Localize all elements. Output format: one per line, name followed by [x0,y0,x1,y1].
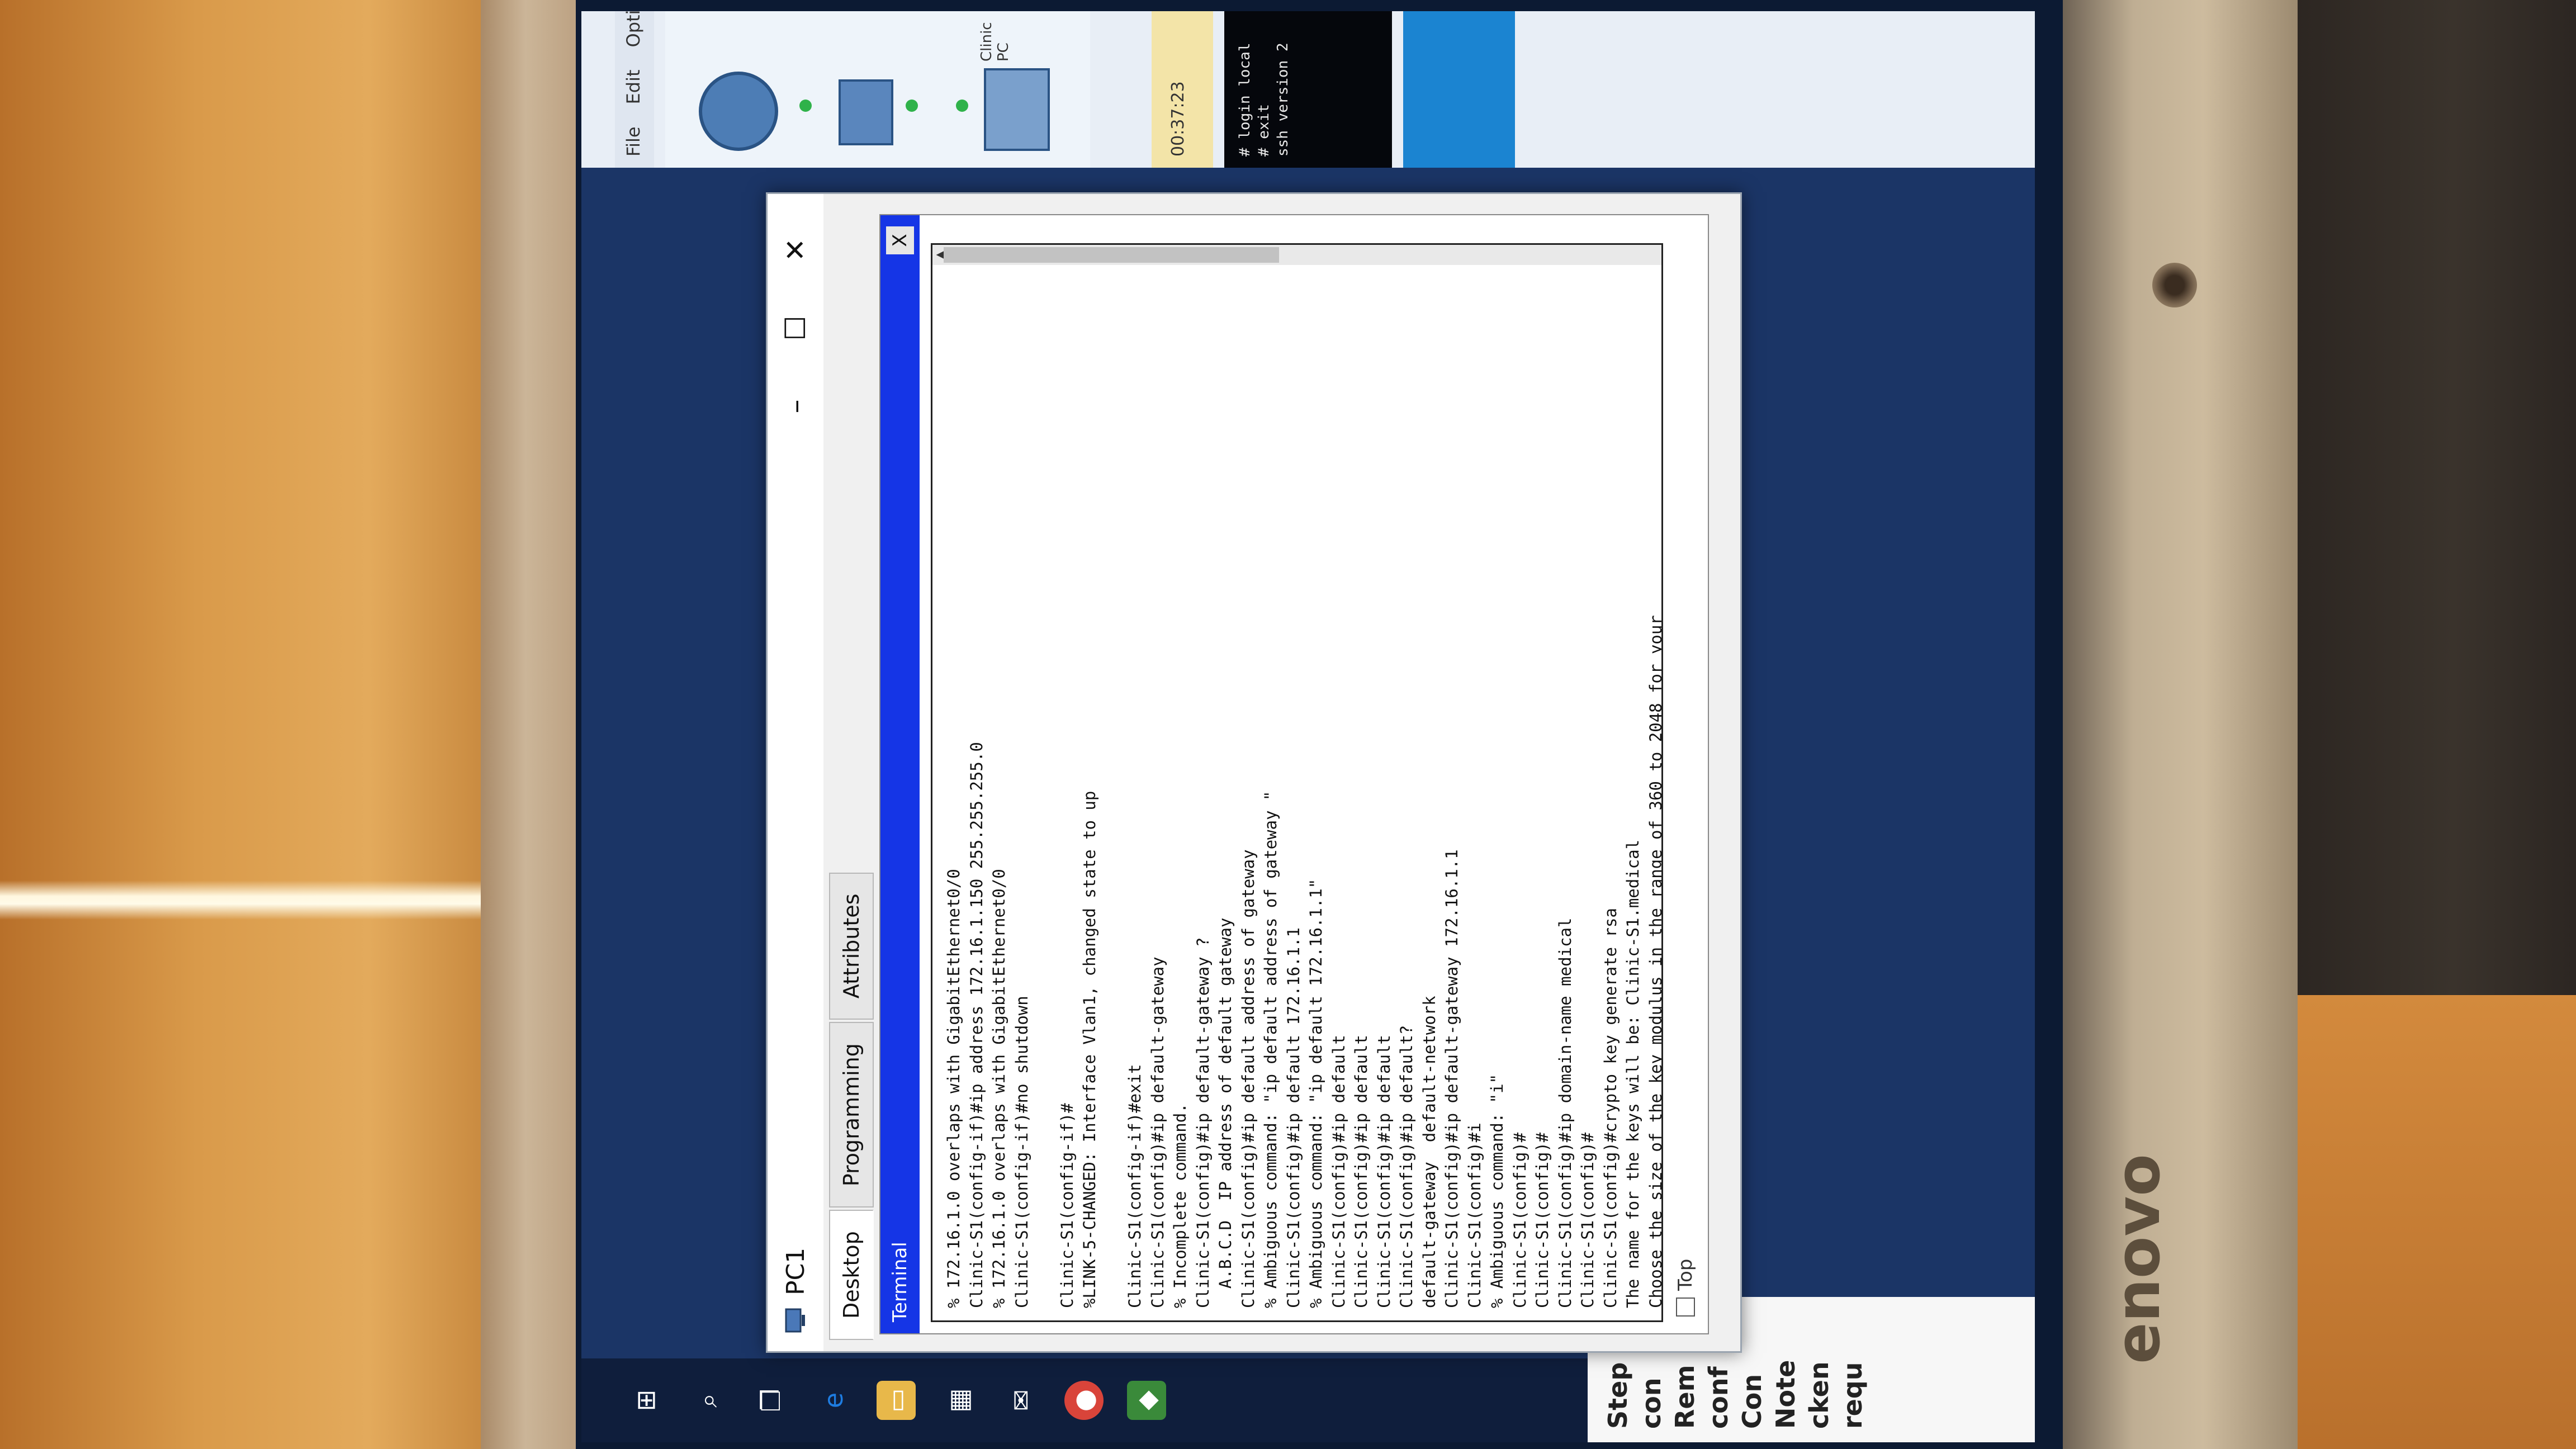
terminal-line: Clinic-S1(config-if)#exit [1125,1064,1144,1309]
terminal-line: The name for the keys will be: Clinic-S1… [1623,839,1642,1308]
terminal-line: %LINK-5-CHANGED: Interface Vlan1, change… [1080,790,1099,1308]
top-checkbox-group[interactable]: Top [1674,1259,1697,1317]
pc-icon[interactable] [984,68,1050,151]
top-checkbox-label: Top [1674,1258,1697,1291]
terminal-line: Clinic-S1(config)#ip default-gateway [1148,956,1167,1308]
terminal-output[interactable]: % 172.16.1.0 overlaps with GigabitEthern… [931,243,1663,1322]
maximize-button[interactable]: ☐ [779,289,812,367]
terminal-line: Clinic-S1(config)# [1510,1132,1530,1308]
terminal-line: Clinic-S1(config)#ip default-gateway ? [1193,937,1213,1308]
tab-programming[interactable]: Programming [829,1022,874,1208]
terminal-line: Clinic-S1(config)#ip default [1374,1035,1394,1308]
store-icon[interactable]: ▦ [939,1381,978,1420]
terminal-line: Clinic-S1(config)# [1578,1132,1597,1308]
mail-icon[interactable]: ✉ [1002,1381,1041,1420]
packet-tracer-window: File Edit Options Clinic PC 00:37:23 # l… [581,11,2035,168]
terminal-line: Clinic-S1(config-if)#no shutdown [1012,996,1031,1308]
terminal-line: Clinic-S1(config)#i [1465,1123,1484,1308]
minimize-button[interactable]: – [779,367,812,446]
top-checkbox[interactable] [1676,1298,1695,1317]
pt-console-line: ssh version 2 [1275,42,1291,157]
power-button-icon [2152,263,2197,307]
scrollbar-thumb[interactable] [944,247,1279,263]
pt-clock: 00:37:23 [1152,11,1213,168]
task-view-icon[interactable]: ❐ [751,1381,790,1420]
terminal-line: Clinic-S1(config)#ip default 172.16.1.1 [1284,927,1303,1308]
pt-topology-canvas[interactable]: Clinic PC [665,11,1090,168]
terminal-line: Clinic-S1(config)#ip default-gateway 172… [1442,849,1461,1308]
pt-menu-bar: File Edit Options [615,11,654,168]
link-status-dot [956,100,968,112]
chrome-icon[interactable]: ● [1064,1381,1104,1420]
pc-app-icon [785,1308,805,1333]
terminal-line: % Incomplete command. [1171,1103,1190,1308]
brand-logo: enovo [2102,1154,2174,1364]
terminal-line: Clinic-S1(config)# [1533,1132,1552,1308]
monitor-background [2270,0,2576,1034]
terminal-header: Terminal X [880,215,920,1333]
pc-label: Clinic PC [978,22,1012,61]
terminal-panel: Terminal X % 172.16.1.0 overlaps with Gi… [879,214,1709,1334]
laptop-bezel-bottom: enovo [2063,0,2298,1449]
terminal-line: Clinic-S1(config-if)# [1057,1103,1077,1308]
terminal-line: Clinic-S1(config)#ip default [1352,1035,1371,1308]
terminal-lines: % 172.16.1.0 overlaps with GigabitEthern… [943,257,1663,1308]
switch-icon[interactable] [839,79,893,145]
terminal-close-button[interactable]: X [886,226,914,254]
pt-console-line: # login local [1237,42,1253,157]
lab-line: requ [1838,1362,1868,1429]
router-icon[interactable] [699,72,778,151]
pt-console: # login local # exit ssh version 2 [1224,11,1392,168]
terminal-line: Clinic-S1(config)#ip default? [1397,1025,1416,1308]
terminal-line: Clinic-S1(config-if)#ip address 172.16.1… [967,742,986,1308]
pc1-window: PC1 – ☐ ✕ Desktop Programming Attributes… [766,192,1742,1353]
terminal-line: % 172.16.1.0 overlaps with GigabitEthern… [944,869,963,1308]
start-icon[interactable]: ⊞ [626,1381,665,1420]
terminal-label: Terminal [889,1242,911,1322]
terminal-line: % Ambiguous command: "i" [1488,1073,1507,1308]
terminal-line: % Ambiguous command: "ip default address… [1261,790,1280,1308]
terminal-line: A.B.C.D IP address of default gateway [1216,917,1235,1308]
close-button[interactable]: ✕ [779,211,812,289]
title-bar[interactable]: PC1 – ☐ ✕ [768,194,823,1351]
laptop-screen: ⊞ ⌕ ❐ e ▭ ▦ ✉ ● ◆ Step con Rem conf Con … [581,11,2035,1442]
terminal-line: Clinic-S1(config)#ip domain-name medical [1555,917,1575,1308]
terminal-line: % 172.16.1.0 overlaps with GigabitEthern… [989,869,1008,1308]
link-status-dot [799,100,812,112]
terminal-line: % Ambiguous command: "ip default 172.16.… [1306,878,1325,1308]
lab-line: Note [1770,1360,1801,1429]
pt-menu-edit[interactable]: Edit [623,69,646,104]
tab-bar: Desktop Programming Attributes [829,872,874,1340]
terminal-line: default-gateway default-network [1419,996,1439,1308]
pt-menu-options[interactable]: Options [623,11,646,47]
link-status-dot [906,100,918,112]
lab-line: cken [1804,1361,1834,1429]
terminal-line: Choose the size of the key modulus in th… [1646,615,1664,1308]
terminal-line: Clinic-S1(config)#ip default [1329,1035,1348,1308]
search-icon[interactable]: ⌕ [689,1381,728,1420]
terminal-line: Clinic-S1(config)#ip default address of … [1238,849,1258,1308]
wall-background [0,0,492,1449]
window-title: PC1 [781,1247,810,1295]
packet-tracer-icon[interactable]: ◆ [1127,1381,1166,1420]
desk-surface [2258,995,2576,1449]
tab-attributes[interactable]: Attributes [829,872,874,1020]
terminal-scrollbar[interactable]: ▲ [932,245,1661,265]
pt-console-line: # exit [1256,104,1272,157]
light-reflection [0,880,481,920]
pt-menu-file[interactable]: File [623,126,646,157]
pt-blue-panel [1403,11,1515,168]
terminal-line: Clinic-S1(config)#crypto key generate rs… [1600,908,1620,1308]
file-explorer-icon[interactable]: ▭ [877,1381,916,1420]
edge-icon[interactable]: e [814,1381,853,1420]
tab-desktop[interactable]: Desktop [829,1210,874,1340]
